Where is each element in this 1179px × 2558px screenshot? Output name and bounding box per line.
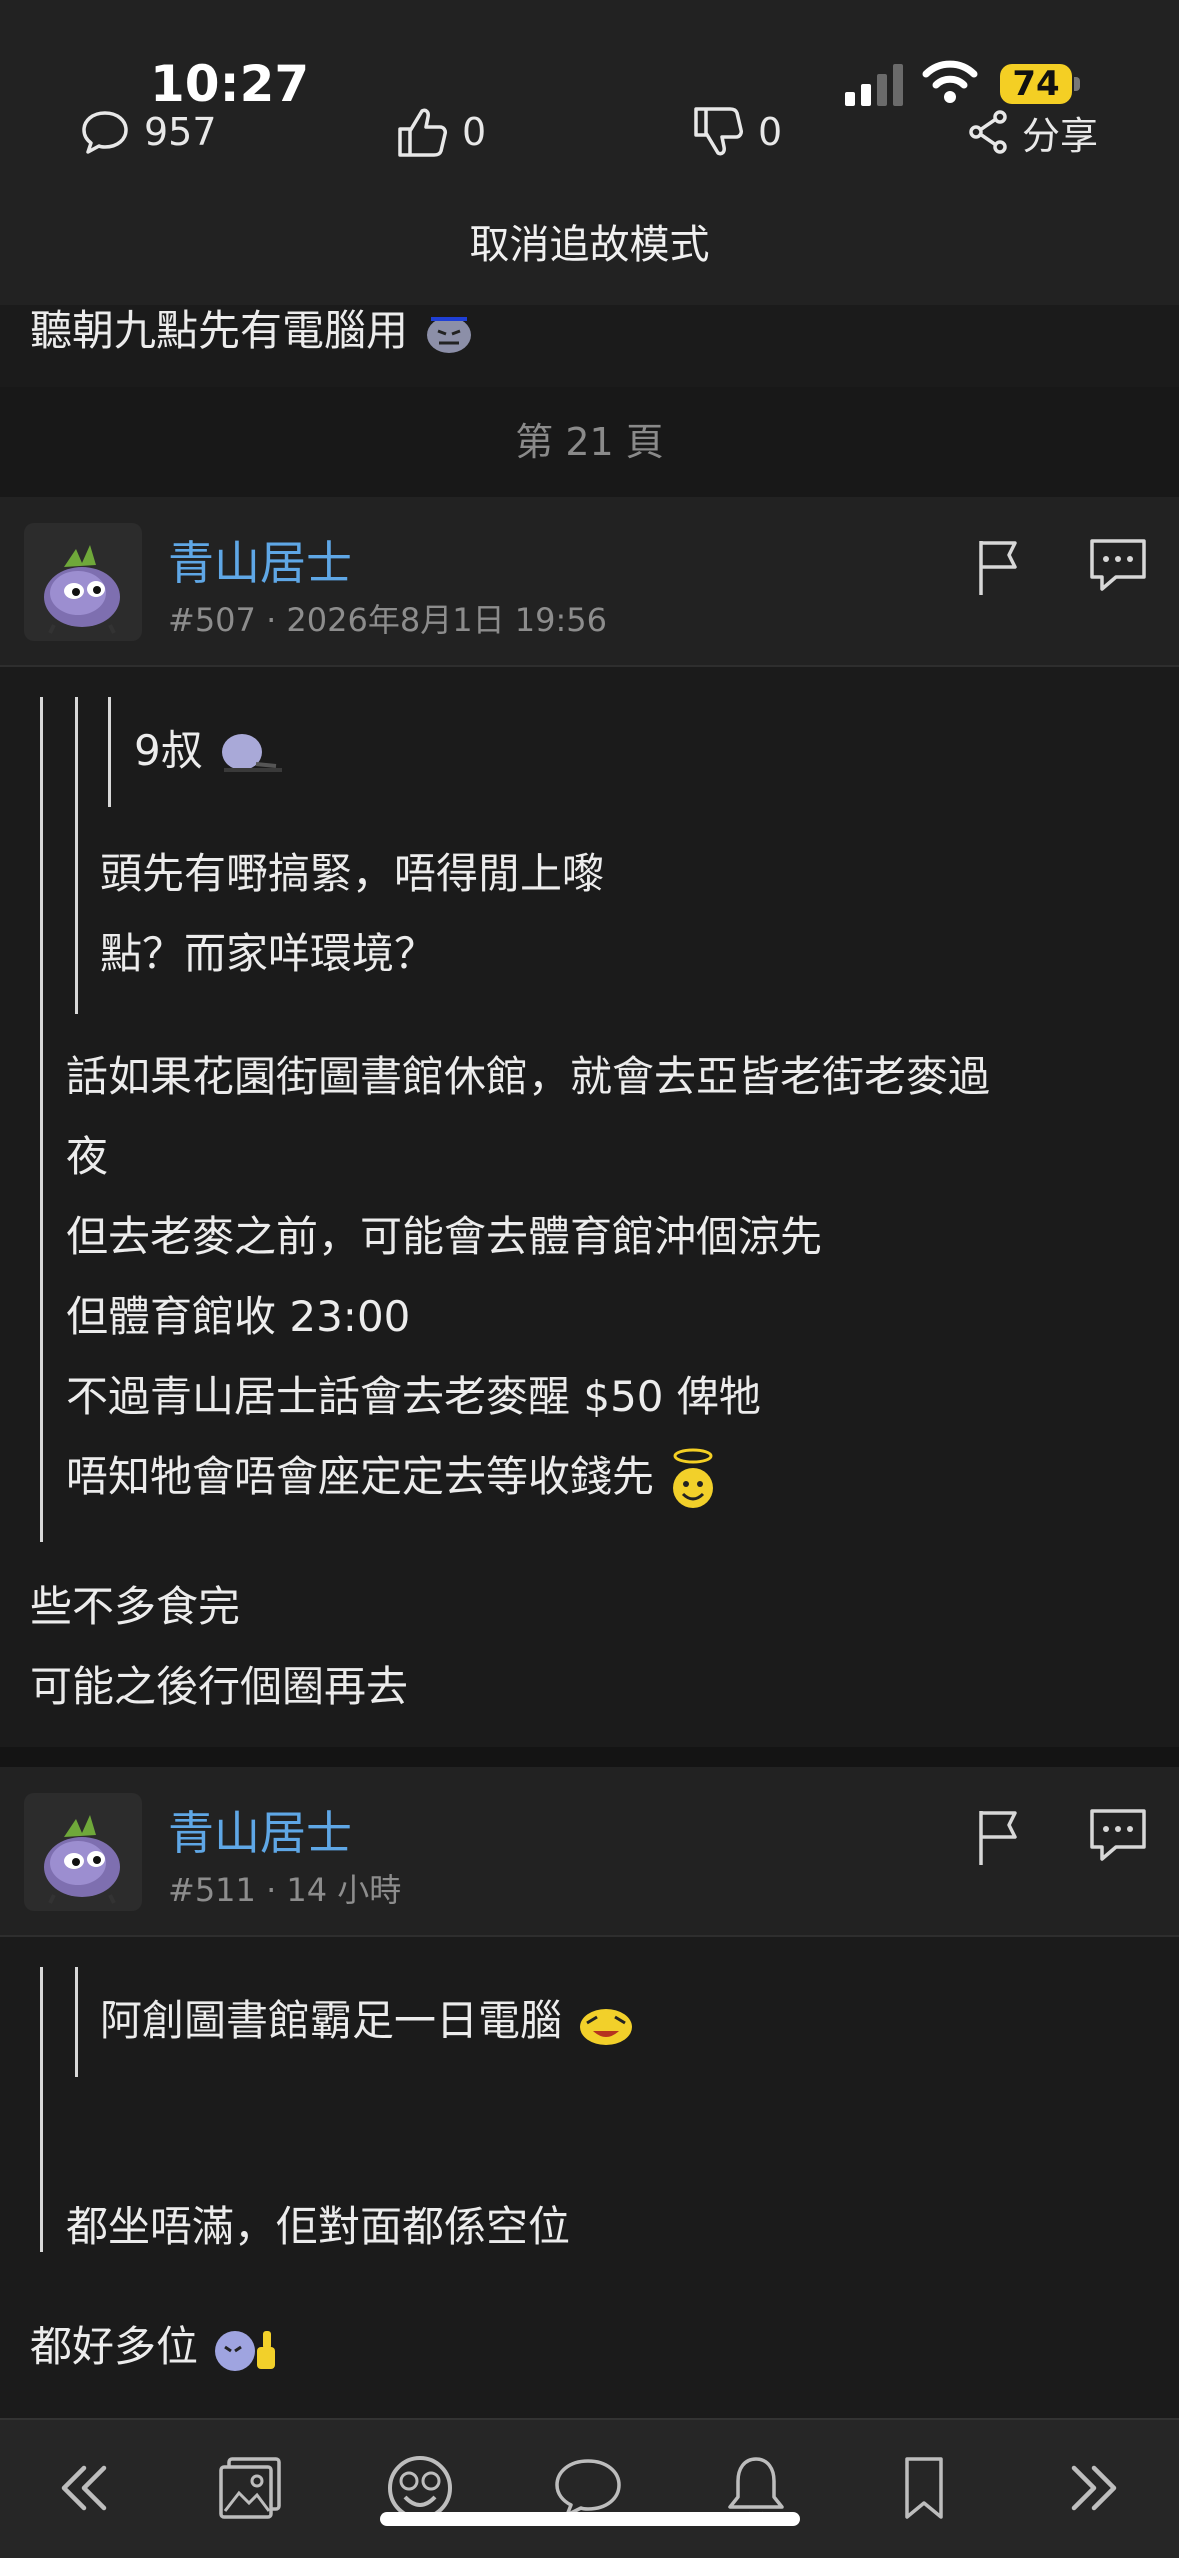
nested-quote-author: 9叔 [134,711,288,791]
post-separator [0,1747,1179,1767]
comment-icon [555,2459,621,2517]
post-username[interactable]: 青山居士 [168,527,352,593]
signal-icon [845,62,907,106]
dislike-button[interactable]: 0 [692,100,782,164]
wifi-icon [922,60,978,103]
ghost-emoji-icon [222,733,283,772]
share-icon [969,110,1007,154]
reply-count-value: 957 [144,110,217,154]
thumbs-up-icon [398,108,447,157]
post-body-line: 些不多食完 [30,1582,241,1631]
nested-quote-author-text: 9叔 [134,726,203,775]
image-icon [219,2457,281,2519]
flag-icon[interactable] [975,537,1023,597]
battery-indicator: 74 [1000,64,1072,104]
like-button[interactable]: 0 [396,100,486,164]
post-body-507: 9叔 頭先有嘢搞緊，唔得閒上嚟 點？而家咩環境？ 話如果花園街圖書館休館，就會去… [0,667,1179,1747]
eggplant-avatar-icon [44,1815,120,1904]
next-page-button[interactable] [1054,2448,1134,2528]
nested-quote-line: 點？而家咩環境？ [100,929,437,978]
previous-post-tail: 聽朝九點先有電腦用 [0,305,1179,387]
battery-cap [1074,77,1080,91]
share-label: 分享 [1022,113,1099,158]
post-meta: #507 · 2026年8月1日 19:56 [168,595,607,641]
image-button[interactable] [210,2448,290,2528]
quote-line: 但體育館收 23:00 [66,1292,411,1341]
quote-line: 話如果花園街圖書館休館，就會去亞皆老街老麥過 [66,1052,991,1101]
dislike-count-value: 0 [758,110,783,154]
avatar[interactable] [24,1793,142,1911]
nested-quote-text: 阿創圖書館霸足一日電腦 [100,1996,563,2045]
nested-quote-border [75,1967,78,2077]
quote-border [40,1967,43,2252]
bookmark-icon [905,2457,943,2519]
quote-reply-icon[interactable] [1088,537,1148,595]
post-body-line: 可能之後行個圈再去 [30,1662,409,1711]
post-body-511: 阿創圖書館霸足一日電腦 都坐唔滿，佢對面都係空位 都好多位 [0,1937,1179,2407]
post-header-507: 青山居士 #507 · 2026年8月1日 19:56 [0,497,1179,667]
nested-quote-line: 阿創圖書館霸足一日電腦 [100,1981,637,2061]
quote-line: 都坐唔滿，佢對面都係空位 [66,2202,571,2251]
thumbs-up-emoji-icon [215,2330,276,2371]
bookmark-button[interactable] [884,2448,964,2528]
post-header-511: 青山居士 #511 · 14 小時 [0,1767,1179,1937]
avatar[interactable] [24,523,142,641]
post-time: · 2026年8月1日 19:56 [266,601,607,639]
thumbs-down-icon [694,107,743,156]
post-number: #511 [168,1871,256,1909]
reply-count[interactable]: 957 [80,100,217,164]
post-time: · 14 小時 [266,1871,402,1909]
prev-page-button[interactable] [44,2448,124,2528]
angry-emoji-icon [427,316,472,353]
post-username[interactable]: 青山居士 [168,1797,352,1863]
quote-line: 夜 [66,1132,109,1181]
quote-line: 不過青山居士話會去老麥醒 $50 俾牠 [66,1372,761,1421]
like-count-value: 0 [462,110,487,154]
next-page-icon [1071,2465,1117,2511]
quote-line-last: 唔知牠會唔會座定定去等收錢先 [66,1437,719,1517]
laughing-emoji-icon [580,2008,633,2045]
quote-line-text: 唔知牠會唔會座定定去等收錢先 [66,1452,655,1501]
quote-line: 但去老麥之前，可能會去體育館沖個涼先 [66,1212,823,1261]
page-divider: 第 21 頁 [0,387,1179,497]
bottom-nav-bar [0,2418,1179,2558]
flag-icon[interactable] [975,1807,1023,1867]
nested-quote-border [75,697,78,1014]
post-body-line: 都好多位 [30,2307,281,2387]
eggplant-avatar-icon [44,545,120,634]
post-meta: #511 · 14 小時 [168,1865,401,1911]
angel-smile-emoji-icon [673,1448,714,1508]
cancel-follow-mode-button[interactable]: 取消追故模式 [0,212,1179,270]
quote-reply-icon[interactable] [1088,1807,1148,1865]
post-body-text: 都好多位 [30,2322,199,2371]
previous-post-text: 聽朝九點先有電腦用 [30,291,477,371]
comment-bubble-icon [82,111,128,154]
post-number: #507 [168,601,256,639]
nested-quote-border-inner [108,697,111,807]
previous-post-line: 聽朝九點先有電腦用 [30,306,409,355]
home-indicator[interactable] [380,2512,800,2526]
share-button[interactable]: 分享 [968,100,1098,164]
top-header: 10:27 74 957 0 0 分享 取消追故模式 [0,0,1179,305]
quote-border [40,697,43,1542]
prev-page-icon [61,2465,107,2511]
nested-quote-line: 頭先有嘢搞緊，唔得閒上嚟 [100,849,605,898]
